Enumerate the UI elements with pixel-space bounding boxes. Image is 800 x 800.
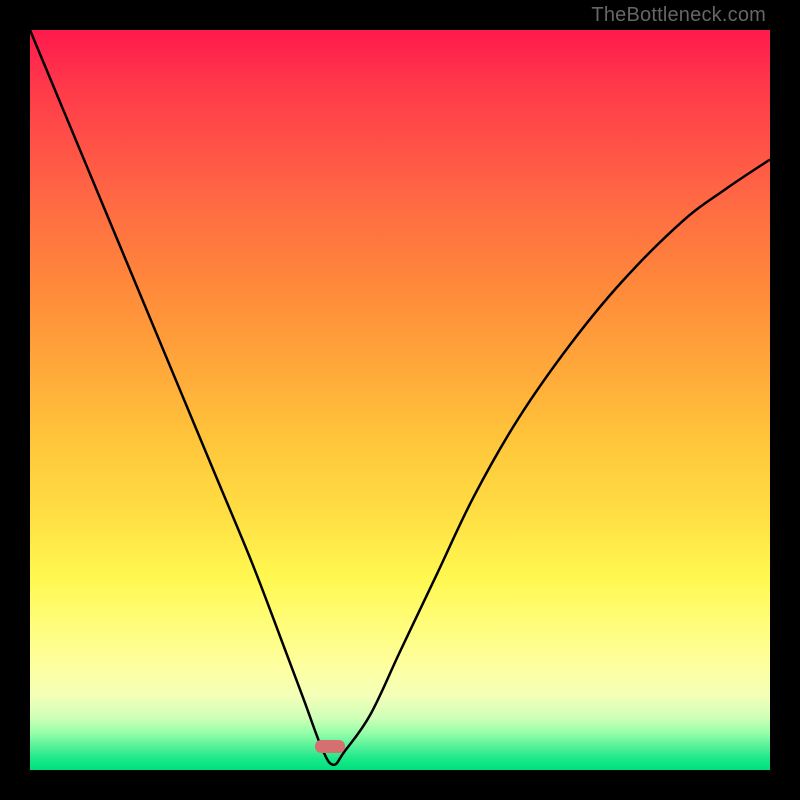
plot-area [30,30,770,770]
curve-path [30,30,770,765]
watermark-text: TheBottleneck.com [591,4,766,27]
optimum-marker [315,740,345,753]
bottleneck-curve [30,30,770,770]
